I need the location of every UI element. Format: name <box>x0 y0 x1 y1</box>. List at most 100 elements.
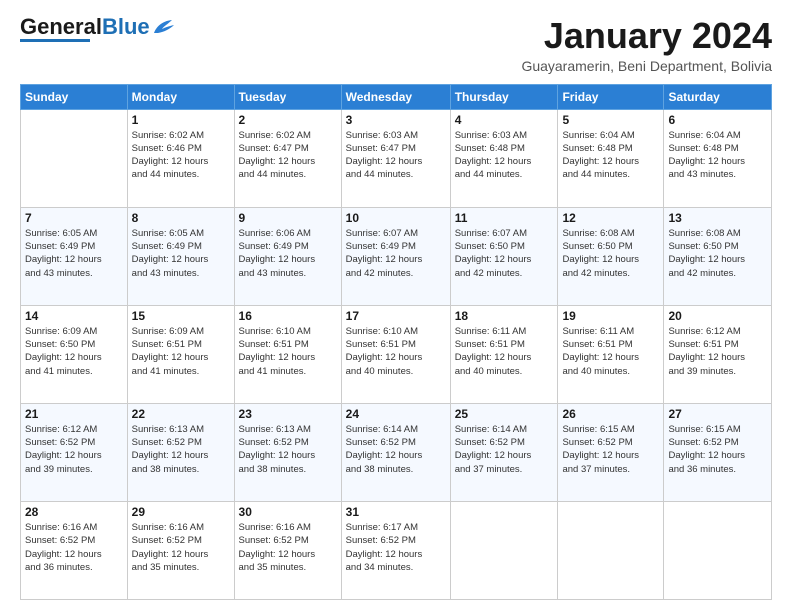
calendar-cell: 14 Sunrise: 6:09 AM Sunset: 6:50 PM Dayli… <box>21 305 128 403</box>
logo-blue: Blue <box>102 14 150 39</box>
day-number: 31 <box>346 505 446 519</box>
calendar-cell: 23Sunrise: 6:13 AM Sunset: 6:52 PM Dayli… <box>234 403 341 501</box>
day-info: Sunrise: 6:13 AM Sunset: 6:52 PM Dayligh… <box>239 423 337 476</box>
day-number: 20 <box>668 309 767 323</box>
calendar-cell: 22Sunrise: 6:13 AM Sunset: 6:52 PM Dayli… <box>127 403 234 501</box>
day-info: Sunrise: 6:03 AM Sunset: 6:47 PM Dayligh… <box>346 129 446 182</box>
calendar-cell: 6Sunrise: 6:04 AM Sunset: 6:48 PM Daylig… <box>664 109 772 207</box>
day-number: 29 <box>132 505 230 519</box>
day-info: Sunrise: 6:05 AM Sunset: 6:49 PM Dayligh… <box>25 227 123 280</box>
calendar-cell: 10 Sunrise: 6:07 AM Sunset: 6:49 PM Dayli… <box>341 207 450 305</box>
calendar-cell: 9 Sunrise: 6:06 AM Sunset: 6:49 PM Daylig… <box>234 207 341 305</box>
day-info: Sunrise: 6:06 AM Sunset: 6:49 PM Dayligh… <box>239 227 337 280</box>
calendar-cell: 31 Sunrise: 6:17 AM Sunset: 6:52 PM Dayli… <box>341 501 450 599</box>
header-friday: Friday <box>558 84 664 109</box>
calendar-cell: 30 Sunrise: 6:16 AM Sunset: 6:52 PM Dayli… <box>234 501 341 599</box>
day-number: 3 <box>346 113 446 127</box>
header-wednesday: Wednesday <box>341 84 450 109</box>
day-info: Sunrise: 6:08 AM Sunset: 6:50 PM Dayligh… <box>562 227 659 280</box>
logo-text: GeneralBlue <box>20 16 150 38</box>
day-info: Sunrise: 6:12 AM Sunset: 6:52 PM Dayligh… <box>25 423 123 476</box>
calendar-cell: 24 Sunrise: 6:14 AM Sunset: 6:52 PM Dayli… <box>341 403 450 501</box>
header-thursday: Thursday <box>450 84 558 109</box>
page: GeneralBlue January 2024 Guayaramerin, B… <box>0 0 792 612</box>
day-number: 8 <box>132 211 230 225</box>
day-info: Sunrise: 6:14 AM Sunset: 6:52 PM Dayligh… <box>346 423 446 476</box>
calendar-table: Sunday Monday Tuesday Wednesday Thursday… <box>20 84 772 600</box>
day-info: Sunrise: 6:16 AM Sunset: 6:52 PM Dayligh… <box>239 521 337 574</box>
calendar-cell: 11 Sunrise: 6:07 AM Sunset: 6:50 PM Dayli… <box>450 207 558 305</box>
day-number: 2 <box>239 113 337 127</box>
calendar-cell: 8 Sunrise: 6:05 AM Sunset: 6:49 PM Daylig… <box>127 207 234 305</box>
day-number: 15 <box>132 309 230 323</box>
day-info: Sunrise: 6:02 AM Sunset: 6:46 PM Dayligh… <box>132 129 230 182</box>
calendar-cell: 25Sunrise: 6:14 AM Sunset: 6:52 PM Dayli… <box>450 403 558 501</box>
day-info: Sunrise: 6:04 AM Sunset: 6:48 PM Dayligh… <box>562 129 659 182</box>
month-title: January 2024 <box>521 16 772 56</box>
day-number: 12 <box>562 211 659 225</box>
calendar-cell: 26Sunrise: 6:15 AM Sunset: 6:52 PM Dayli… <box>558 403 664 501</box>
day-number: 9 <box>239 211 337 225</box>
calendar-cell: 21 Sunrise: 6:12 AM Sunset: 6:52 PM Dayli… <box>21 403 128 501</box>
day-number: 7 <box>25 211 123 225</box>
calendar-week-1: 1 Sunrise: 6:02 AM Sunset: 6:46 PM Daylig… <box>21 109 772 207</box>
day-number: 28 <box>25 505 123 519</box>
day-info: Sunrise: 6:10 AM Sunset: 6:51 PM Dayligh… <box>239 325 337 378</box>
calendar-cell <box>558 501 664 599</box>
day-number: 24 <box>346 407 446 421</box>
day-info: Sunrise: 6:05 AM Sunset: 6:49 PM Dayligh… <box>132 227 230 280</box>
calendar-cell: 18 Sunrise: 6:11 AM Sunset: 6:51 PM Dayli… <box>450 305 558 403</box>
calendar-cell: 3 Sunrise: 6:03 AM Sunset: 6:47 PM Daylig… <box>341 109 450 207</box>
calendar-cell: 28 Sunrise: 6:16 AM Sunset: 6:52 PM Dayli… <box>21 501 128 599</box>
day-number: 10 <box>346 211 446 225</box>
calendar-week-5: 28 Sunrise: 6:16 AM Sunset: 6:52 PM Dayli… <box>21 501 772 599</box>
day-number: 5 <box>562 113 659 127</box>
day-number: 1 <box>132 113 230 127</box>
header-sunday: Sunday <box>21 84 128 109</box>
header-saturday: Saturday <box>664 84 772 109</box>
calendar-cell <box>21 109 128 207</box>
calendar-cell: 29 Sunrise: 6:16 AM Sunset: 6:52 PM Dayli… <box>127 501 234 599</box>
day-info: Sunrise: 6:12 AM Sunset: 6:51 PM Dayligh… <box>668 325 767 378</box>
day-info: Sunrise: 6:14 AM Sunset: 6:52 PM Dayligh… <box>455 423 554 476</box>
day-number: 21 <box>25 407 123 421</box>
day-info: Sunrise: 6:04 AM Sunset: 6:48 PM Dayligh… <box>668 129 767 182</box>
day-number: 11 <box>455 211 554 225</box>
calendar-cell <box>664 501 772 599</box>
header-monday: Monday <box>127 84 234 109</box>
day-info: Sunrise: 6:17 AM Sunset: 6:52 PM Dayligh… <box>346 521 446 574</box>
calendar-cell: 12 Sunrise: 6:08 AM Sunset: 6:50 PM Dayli… <box>558 207 664 305</box>
day-info: Sunrise: 6:11 AM Sunset: 6:51 PM Dayligh… <box>455 325 554 378</box>
day-number: 14 <box>25 309 123 323</box>
header-tuesday: Tuesday <box>234 84 341 109</box>
header: GeneralBlue January 2024 Guayaramerin, B… <box>20 16 772 74</box>
calendar-week-3: 14 Sunrise: 6:09 AM Sunset: 6:50 PM Dayli… <box>21 305 772 403</box>
day-info: Sunrise: 6:13 AM Sunset: 6:52 PM Dayligh… <box>132 423 230 476</box>
day-number: 13 <box>668 211 767 225</box>
calendar-cell: 19Sunrise: 6:11 AM Sunset: 6:51 PM Dayli… <box>558 305 664 403</box>
calendar-cell: 4 Sunrise: 6:03 AM Sunset: 6:48 PM Daylig… <box>450 109 558 207</box>
day-number: 30 <box>239 505 337 519</box>
day-number: 4 <box>455 113 554 127</box>
calendar-week-4: 21 Sunrise: 6:12 AM Sunset: 6:52 PM Dayli… <box>21 403 772 501</box>
calendar-cell: 13Sunrise: 6:08 AM Sunset: 6:50 PM Dayli… <box>664 207 772 305</box>
day-info: Sunrise: 6:07 AM Sunset: 6:49 PM Dayligh… <box>346 227 446 280</box>
day-info: Sunrise: 6:09 AM Sunset: 6:50 PM Dayligh… <box>25 325 123 378</box>
day-info: Sunrise: 6:10 AM Sunset: 6:51 PM Dayligh… <box>346 325 446 378</box>
logo: GeneralBlue <box>20 16 174 42</box>
location: Guayaramerin, Beni Department, Bolivia <box>521 58 772 74</box>
calendar-cell: 15 Sunrise: 6:09 AM Sunset: 6:51 PM Dayli… <box>127 305 234 403</box>
day-info: Sunrise: 6:15 AM Sunset: 6:52 PM Dayligh… <box>562 423 659 476</box>
logo-bird-icon <box>152 19 174 35</box>
day-info: Sunrise: 6:07 AM Sunset: 6:50 PM Dayligh… <box>455 227 554 280</box>
day-info: Sunrise: 6:03 AM Sunset: 6:48 PM Dayligh… <box>455 129 554 182</box>
calendar-cell: 5 Sunrise: 6:04 AM Sunset: 6:48 PM Daylig… <box>558 109 664 207</box>
day-info: Sunrise: 6:02 AM Sunset: 6:47 PM Dayligh… <box>239 129 337 182</box>
day-info: Sunrise: 6:11 AM Sunset: 6:51 PM Dayligh… <box>562 325 659 378</box>
calendar-cell: 16Sunrise: 6:10 AM Sunset: 6:51 PM Dayli… <box>234 305 341 403</box>
day-info: Sunrise: 6:16 AM Sunset: 6:52 PM Dayligh… <box>132 521 230 574</box>
header-right: January 2024 Guayaramerin, Beni Departme… <box>521 16 772 74</box>
day-info: Sunrise: 6:16 AM Sunset: 6:52 PM Dayligh… <box>25 521 123 574</box>
day-number: 18 <box>455 309 554 323</box>
day-info: Sunrise: 6:09 AM Sunset: 6:51 PM Dayligh… <box>132 325 230 378</box>
